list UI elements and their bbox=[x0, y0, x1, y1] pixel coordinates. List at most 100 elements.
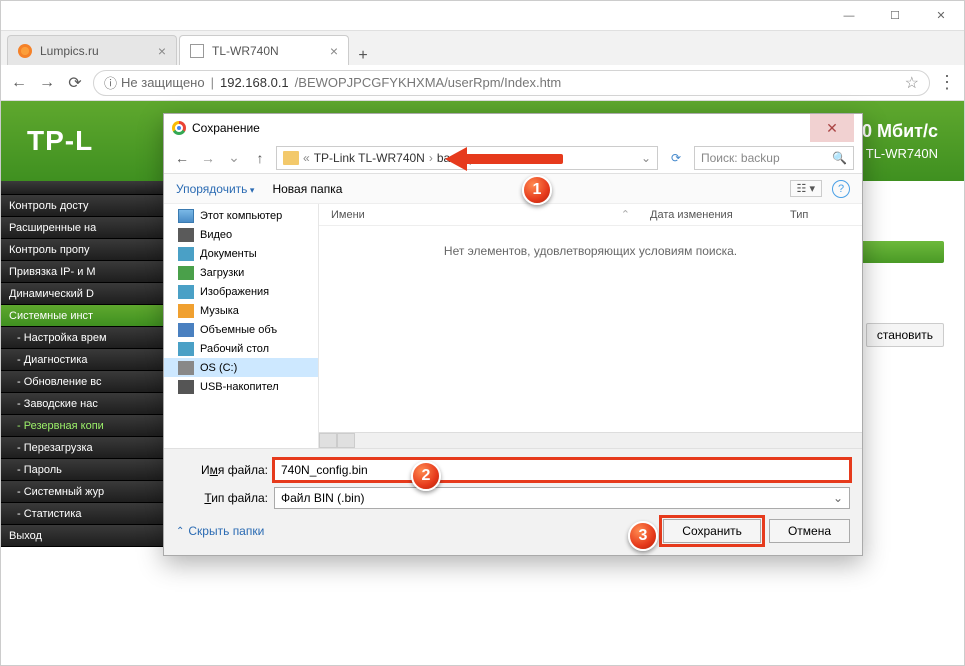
tree-item[interactable]: Этот компьютер bbox=[164, 206, 318, 225]
nav-back-icon[interactable]: ← bbox=[172, 150, 192, 166]
file-list-pane: Имени ⌃ Дата изменения Тип Нет элементов… bbox=[319, 204, 862, 448]
url-field[interactable]: ⓘ Не защищено | 192.168.0.1/BEWOPJPCGFYK… bbox=[93, 70, 930, 96]
sidebar-item-exit[interactable]: Выход bbox=[1, 525, 171, 547]
close-tab-icon[interactable]: × bbox=[158, 43, 166, 59]
annotation-marker-3: 3 bbox=[628, 521, 658, 551]
filename-label: Имя файла: bbox=[176, 463, 268, 477]
dialog-close-button[interactable]: ✕ bbox=[810, 114, 854, 142]
sidebar-item-system[interactable]: Системные инст bbox=[1, 305, 171, 327]
chevron-right-icon: › bbox=[429, 151, 433, 165]
search-icon: 🔍 bbox=[832, 151, 847, 165]
url-host: 192.168.0.1 bbox=[220, 75, 289, 90]
dialog-bottom: Имя файла: Тип файла: Файл BIN (.bin) Ск… bbox=[164, 448, 862, 555]
organize-menu[interactable]: Упорядочить bbox=[176, 182, 254, 196]
nav-forward-icon: → bbox=[198, 150, 218, 166]
crumb-item[interactable]: TP-Link TL-WR740N bbox=[314, 151, 425, 165]
folder-icon bbox=[178, 380, 194, 394]
sidebar-item[interactable]: - Системный жур bbox=[1, 481, 171, 503]
nav-up-icon[interactable]: ↑ bbox=[250, 150, 270, 166]
tree-item[interactable]: Рабочий стол bbox=[164, 339, 318, 358]
back-button[interactable]: ← bbox=[9, 73, 29, 93]
sidebar-item[interactable]: Расширенные на bbox=[1, 217, 171, 239]
tab-lumpics[interactable]: Lumpics.ru × bbox=[7, 35, 177, 65]
tp-logo: TP-L bbox=[27, 125, 93, 157]
maximize-button[interactable]: ☐ bbox=[872, 1, 918, 31]
dialog-toolbar: Упорядочить Новая папка ☷ ▾ ? bbox=[164, 174, 862, 204]
sidebar-item[interactable]: - Диагностика bbox=[1, 349, 171, 371]
sidebar-item[interactable]: Контроль пропу bbox=[1, 239, 171, 261]
close-window-button[interactable]: ✕ bbox=[918, 1, 964, 31]
tree-item[interactable]: USB-накопител bbox=[164, 377, 318, 396]
tab-label: TL-WR740N bbox=[212, 44, 279, 58]
view-mode-button[interactable]: ☷ ▾ bbox=[790, 180, 822, 197]
cancel-button[interactable]: Отмена bbox=[769, 519, 850, 543]
save-dialog: Сохранение ✕ ← → ⌄ ↑ « TP-Link TL-WR740N… bbox=[163, 113, 863, 556]
tree-item[interactable]: Музыка bbox=[164, 301, 318, 320]
help-icon[interactable]: ? bbox=[832, 180, 850, 198]
window-titlebar: — ☐ ✕ bbox=[1, 1, 964, 31]
sidebar-item[interactable]: Привязка IP- и M bbox=[1, 261, 171, 283]
close-tab-icon[interactable]: × bbox=[330, 43, 338, 59]
sidebar-item[interactable]: - Пароль bbox=[1, 459, 171, 481]
folder-icon bbox=[178, 285, 194, 299]
column-headers[interactable]: Имени ⌃ Дата изменения Тип bbox=[319, 204, 862, 226]
tree-item[interactable]: Изображения bbox=[164, 282, 318, 301]
search-input[interactable]: Поиск: backup 🔍 bbox=[694, 146, 854, 170]
sidebar-item[interactable]: - Заводские нас bbox=[1, 393, 171, 415]
folder-icon bbox=[178, 342, 194, 356]
url-path: /BEWOPJPCGFYKHXMA/userRpm/Index.htm bbox=[295, 75, 562, 90]
empty-message: Нет элементов, удовлетворяющих условиям … bbox=[319, 226, 862, 432]
tab-strip: Lumpics.ru × TL-WR740N × + bbox=[1, 31, 964, 65]
sidebar-item[interactable]: - Настройка врем bbox=[1, 327, 171, 349]
folder-icon bbox=[178, 209, 194, 223]
reload-button[interactable]: ⟳ bbox=[65, 73, 85, 93]
folder-icon bbox=[178, 361, 194, 375]
annotation-marker-1: 1 bbox=[522, 175, 552, 205]
chrome-icon bbox=[172, 121, 186, 135]
tree-item[interactable]: Объемные объ bbox=[164, 320, 318, 339]
sidebar: Контроль досту Расширенные на Контроль п… bbox=[1, 181, 171, 547]
security-indicator[interactable]: ⓘ Не защищено bbox=[104, 73, 205, 92]
sidebar-item-backup[interactable]: - Резервная копи bbox=[1, 415, 171, 437]
tab-tlwr740n[interactable]: TL-WR740N × bbox=[179, 35, 349, 65]
folder-icon bbox=[283, 151, 299, 165]
refresh-icon[interactable]: ⟳ bbox=[664, 151, 688, 165]
filetype-label: Тип файла: bbox=[176, 491, 268, 505]
folder-icon bbox=[178, 323, 194, 337]
save-button[interactable]: Сохранить bbox=[663, 519, 761, 543]
dialog-titlebar: Сохранение ✕ bbox=[164, 114, 862, 142]
tree-item[interactable]: Документы bbox=[164, 244, 318, 263]
sidebar-item[interactable]: - Статистика bbox=[1, 503, 171, 525]
tree-item[interactable]: Загрузки bbox=[164, 263, 318, 282]
folder-icon bbox=[178, 304, 194, 318]
folder-icon bbox=[178, 247, 194, 261]
tree-item[interactable]: Видео bbox=[164, 225, 318, 244]
nav-recent-icon[interactable]: ⌄ bbox=[224, 149, 244, 166]
tab-label: Lumpics.ru bbox=[40, 44, 99, 58]
sidebar-item[interactable]: - Перезагрузка bbox=[1, 437, 171, 459]
favicon-icon bbox=[18, 44, 32, 58]
tree-item[interactable]: OS (C:) bbox=[164, 358, 318, 377]
address-bar: ← → ⟳ ⓘ Не защищено | 192.168.0.1/BEWOPJ… bbox=[1, 65, 964, 101]
forward-button[interactable]: → bbox=[37, 73, 57, 93]
minimize-button[interactable]: — bbox=[826, 1, 872, 31]
new-folder-button[interactable]: Новая папка bbox=[272, 182, 342, 196]
filename-input[interactable] bbox=[274, 459, 850, 481]
sidebar-item[interactable]: - Обновление вс bbox=[1, 371, 171, 393]
restore-button[interactable]: становить bbox=[866, 323, 944, 347]
info-icon: ⓘ bbox=[104, 73, 117, 92]
browser-menu-button[interactable]: ⋮ bbox=[938, 72, 956, 93]
sidebar-item[interactable]: Контроль досту bbox=[1, 195, 171, 217]
sidebar-item[interactable] bbox=[1, 181, 171, 195]
folder-tree[interactable]: Этот компьютерВидеоДокументыЗагрузкиИзоб… bbox=[164, 204, 319, 448]
new-tab-button[interactable]: + bbox=[351, 47, 375, 65]
horizontal-scrollbar[interactable] bbox=[319, 432, 862, 448]
folder-icon bbox=[178, 228, 194, 242]
folder-icon bbox=[178, 266, 194, 280]
filetype-select[interactable]: Файл BIN (.bin) bbox=[274, 487, 850, 509]
sidebar-item[interactable]: Динамический D bbox=[1, 283, 171, 305]
dialog-title: Сохранение bbox=[192, 121, 260, 135]
crumb-dropdown-icon[interactable]: ⌄ bbox=[641, 151, 651, 165]
bookmark-star-icon[interactable]: ☆ bbox=[905, 73, 919, 93]
hide-folders-link[interactable]: Скрыть папки bbox=[176, 524, 264, 538]
